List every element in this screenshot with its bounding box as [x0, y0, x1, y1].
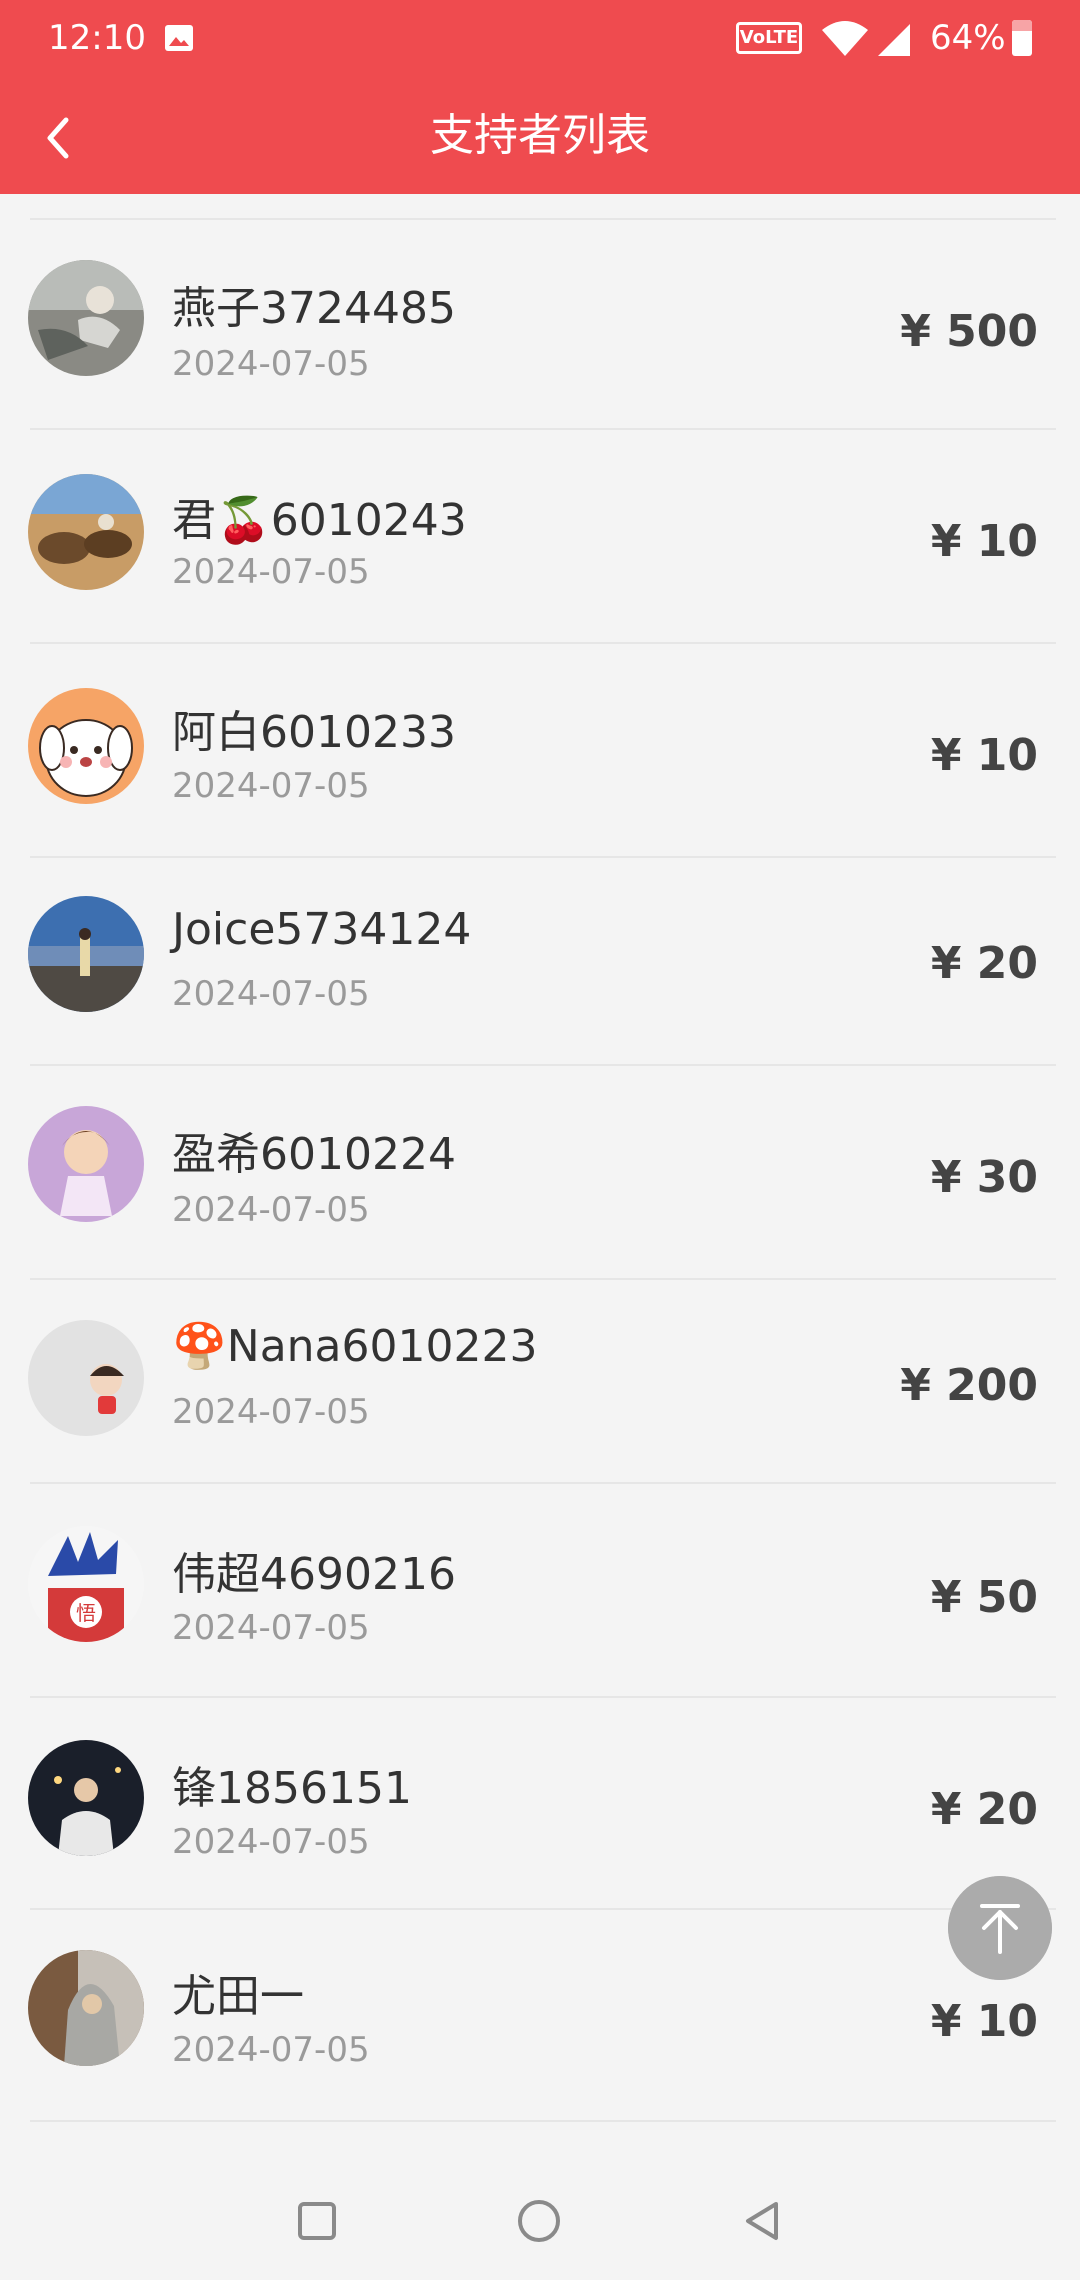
support-amount: ¥ 10 [930, 730, 1038, 781]
support-date: 2024-07-05 [172, 766, 370, 806]
volte-icon: VoLTE [736, 22, 802, 54]
recents-square-icon[interactable] [298, 2202, 336, 2240]
support-date: 2024-07-05 [172, 1608, 370, 1648]
support-date: 2024-07-05 [172, 1392, 370, 1432]
supporter-row[interactable]: 燕子3724485 2024-07-05 ¥ 500 [0, 220, 1080, 430]
avatar [28, 1320, 144, 1436]
avatar [28, 688, 144, 804]
support-date: 2024-07-05 [172, 1822, 370, 1862]
supporter-row[interactable]: 🍄Nana6010223 2024-07-05 ¥ 200 [0, 1280, 1080, 1484]
avatar [28, 1740, 144, 1856]
supporter-row[interactable]: 盈希6010224 2024-07-05 ¥ 30 [0, 1066, 1080, 1280]
avatar [28, 1106, 144, 1222]
wifi-icon [822, 21, 868, 56]
avatar [28, 474, 144, 590]
supporter-name: 锋1856151 [172, 1763, 412, 1814]
signal-icon [878, 24, 910, 56]
battery-percent: 64% [930, 18, 1006, 58]
support-amount: ¥ 50 [930, 1572, 1038, 1623]
support-amount: ¥ 10 [930, 1996, 1038, 2047]
supporter-row[interactable]: 悟 伟超4690216 2024-07-05 ¥ 50 [0, 1484, 1080, 1698]
avatar [28, 260, 144, 376]
divider [30, 2120, 1056, 2122]
supporter-row[interactable]: 锋1856151 2024-07-05 ¥ 20 [0, 1698, 1080, 1910]
support-date: 2024-07-05 [172, 974, 370, 1014]
supporter-name: 伟超4690216 [172, 1549, 456, 1600]
avatar [28, 1950, 144, 2066]
support-amount: ¥ 30 [930, 1152, 1038, 1203]
support-date: 2024-07-05 [172, 552, 370, 592]
supporter-name: Joice5734124 [172, 904, 472, 955]
svg-text:悟: 悟 [76, 1601, 96, 1625]
page-title: 支持者列表 [430, 110, 650, 161]
home-circle-icon[interactable] [518, 2200, 560, 2242]
supporter-row[interactable]: 尤田一 2024-07-05 ¥ 10 [0, 1910, 1080, 2122]
support-amount: ¥ 20 [930, 938, 1038, 989]
supporter-row[interactable]: Joice5734124 2024-07-05 ¥ 20 [0, 858, 1080, 1066]
supporter-name: 🍄Nana6010223 [172, 1321, 538, 1372]
supporter-name: 盈希6010224 [172, 1129, 456, 1180]
app-header: 支持者列表 [0, 80, 1080, 194]
supporter-name: 尤田一 [172, 1971, 304, 2022]
support-amount: ¥ 20 [930, 1784, 1038, 1835]
support-amount: ¥ 200 [900, 1360, 1038, 1411]
support-date: 2024-07-05 [172, 1190, 370, 1230]
status-bar: 12:10 VoLTE 64% [0, 0, 1080, 80]
image-notification-icon [165, 25, 193, 51]
support-amount: ¥ 10 [930, 516, 1038, 567]
avatar [28, 896, 144, 1012]
avatar: 悟 [28, 1526, 144, 1642]
scroll-to-top-button[interactable] [948, 1876, 1052, 1980]
system-navigation-bar [0, 2152, 1080, 2280]
status-time: 12:10 [48, 18, 146, 58]
support-amount: ¥ 500 [900, 306, 1038, 357]
supporter-name: 阿白6010233 [172, 707, 456, 758]
supporter-row[interactable]: 阿白6010233 2024-07-05 ¥ 10 [0, 644, 1080, 858]
supporter-row[interactable]: 君🍒6010243 2024-07-05 ¥ 10 [0, 430, 1080, 644]
support-date: 2024-07-05 [172, 344, 370, 384]
support-date: 2024-07-05 [172, 2030, 370, 2070]
back-triangle-icon[interactable] [740, 2198, 786, 2244]
supporter-name: 燕子3724485 [172, 283, 456, 334]
supporter-name: 君🍒6010243 [172, 495, 467, 546]
battery-icon [1012, 20, 1032, 56]
